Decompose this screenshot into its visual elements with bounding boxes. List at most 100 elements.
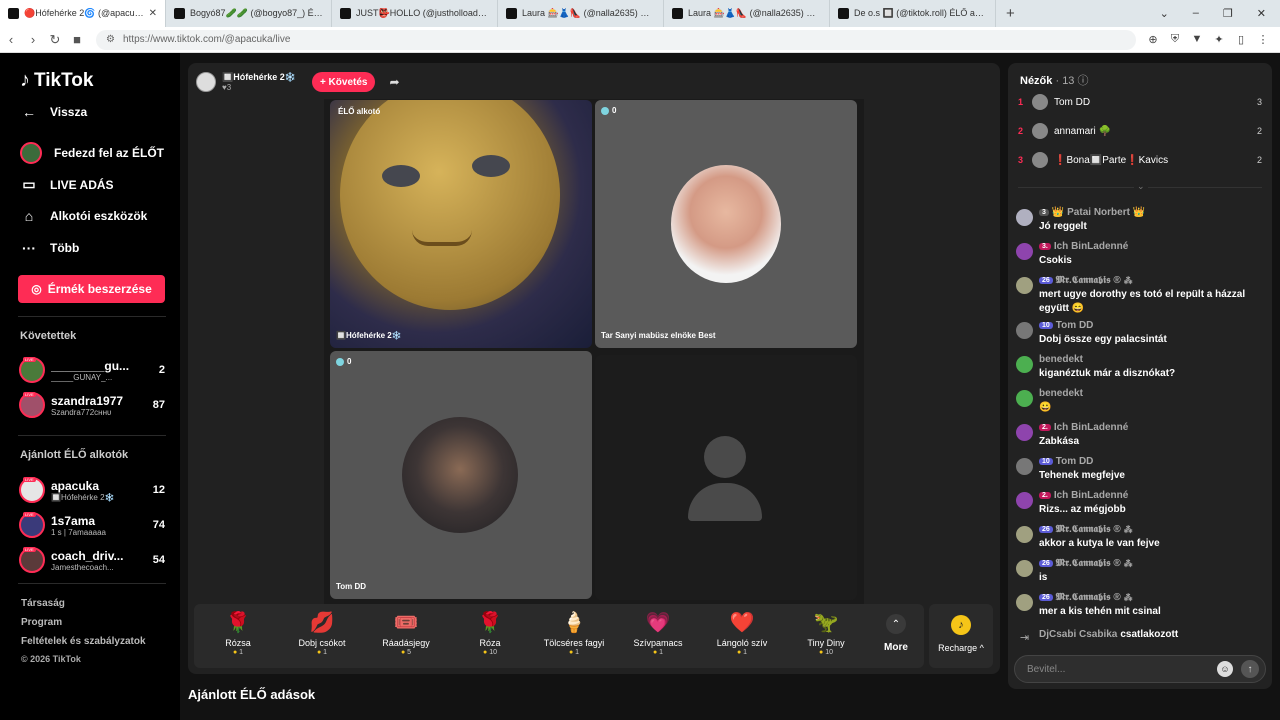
top-viewer-row[interactable]: 2 annamari 🌳 2 xyxy=(1018,121,1262,141)
chat-user-name[interactable]: 𝕸𝖗.𝕮𝖆𝖓𝖓𝖆𝖇𝖎𝖘 ® ⁂ xyxy=(1056,558,1133,569)
follow-button[interactable]: + Követés xyxy=(311,72,376,92)
chat-user-line: 2. Ich BinLadenné xyxy=(1039,490,1266,501)
chat-avatar[interactable] xyxy=(1016,243,1033,260)
chevron-down-icon[interactable]: ⌄ xyxy=(1160,7,1169,20)
chat-user-name[interactable]: benedekt xyxy=(1039,354,1083,365)
send-icon[interactable]: ↑ xyxy=(1241,660,1259,678)
chat-avatar[interactable] xyxy=(1016,356,1033,373)
info-icon[interactable]: ⓘ xyxy=(1078,75,1089,87)
browser-tab[interactable]: 🔴Hófehérke 2🌀 (@apacuka... ✕ xyxy=(0,0,166,27)
sidebar-icon[interactable]: ▯ xyxy=(1234,33,1248,46)
chat-user-name[interactable]: 𝕸𝖗.𝕮𝖆𝖓𝖓𝖆𝖇𝖎𝖘 ® ⁂ xyxy=(1056,524,1133,535)
empty-guest-slot[interactable] xyxy=(595,355,857,600)
chat-avatar[interactable] xyxy=(1016,209,1033,226)
gift-price: ● 1 xyxy=(282,649,362,656)
recommended-creator-item[interactable]: LIVE 1s7ama 1 s | 7amaaaaa 74 xyxy=(19,510,165,540)
top-viewer-row[interactable]: 1 Tom DD 3 xyxy=(1018,92,1262,112)
zoom-icon[interactable]: ⊕ xyxy=(1146,33,1160,46)
footer-link-program[interactable]: Program xyxy=(21,617,62,628)
gift-item[interactable]: 💋 Dobj csókot ● 1 xyxy=(282,610,362,656)
chat-avatar[interactable] xyxy=(1016,277,1033,294)
join-user-name[interactable]: DjCsabi Csabika xyxy=(1039,629,1117,640)
bookmark-icon[interactable]: ■ xyxy=(66,32,88,47)
menu-icon[interactable]: ⋮ xyxy=(1256,33,1270,46)
top-viewer-row[interactable]: 3 ❗Bona🔲Parte❗Kavics 2 xyxy=(1018,150,1262,170)
browser-tab[interactable]: Laura 🎰👗👠 (@nalla2635) ÉLŐ adá... xyxy=(664,0,830,27)
nav-more[interactable]: ··· Több xyxy=(20,240,79,256)
chat-avatar[interactable] xyxy=(1016,458,1033,475)
chat-user-name[interactable]: 𝕸𝖗.𝕮𝖆𝖓𝖓𝖆𝖇𝖎𝖘 ® ⁂ xyxy=(1056,275,1133,286)
recommended-creator-item[interactable]: LIVE coach_driv... Jamesthecoach... 54 xyxy=(19,545,165,575)
chat-avatar[interactable] xyxy=(1016,390,1033,407)
close-tab-icon[interactable]: ✕ xyxy=(149,8,157,19)
gift-item[interactable]: ❤️ Lángoló szív ● 1 xyxy=(702,610,782,656)
chat-message-text: Rizs... az mégjobb xyxy=(1039,504,1126,515)
following-item[interactable]: LIVE ________gu... _____GUNAY_... 2 xyxy=(19,355,165,385)
recharge-button[interactable]: ♪ Recharge ^ xyxy=(929,604,993,668)
recommended-creator-item[interactable]: LIVE apacuka 🔲Hófehérke 2❄️ 12 xyxy=(19,475,165,505)
video-tile-guest[interactable]: 0 Tom DD xyxy=(330,351,592,599)
chat-user-name[interactable]: benedekt xyxy=(1039,388,1083,399)
nav-creator-tools[interactable]: ⌂ Alkotói eszközök xyxy=(20,208,148,224)
nav-live-broadcast[interactable]: ▭ LIVE ADÁS xyxy=(20,176,113,193)
video-tile-guest[interactable]: 0 Tar Sanyi mabüsz elnöke Best xyxy=(595,100,857,348)
browser-tab[interactable]: JUST👺HOLLO (@justholloadam) É... xyxy=(332,0,498,27)
following-item[interactable]: LIVE szandra1977 Szandra772ᴄʜʜᴜ 87 xyxy=(19,390,165,420)
chat-user-name[interactable]: Ich BinLadenné xyxy=(1054,422,1128,433)
video-tile-host[interactable]: ÉLŐ alkotó 🔲Hófehérke 2❄️ xyxy=(330,100,592,348)
gift-item[interactable]: 🎟️ Ráadásjegy ● 5 xyxy=(366,610,446,656)
chat-input[interactable]: Bevitel... ☺ ↑ xyxy=(1014,655,1266,683)
new-tab-button[interactable]: + xyxy=(996,5,1025,22)
host-name[interactable]: 🔲Hófehérke 2❄️ xyxy=(222,72,296,83)
extension-icon[interactable]: ▼ xyxy=(1190,33,1204,46)
chat-user-name[interactable]: Tom DD xyxy=(1056,320,1094,331)
chat-user-name[interactable]: 👑 Patai Norbert 👑 xyxy=(1052,207,1145,218)
chat-avatar[interactable] xyxy=(1016,526,1033,543)
share-icon[interactable]: ➦ xyxy=(389,75,399,89)
forward-arrow-icon[interactable]: › xyxy=(22,32,44,47)
emoji-icon[interactable]: ☺ xyxy=(1217,661,1233,677)
maximize-button[interactable]: ❐ xyxy=(1223,7,1233,20)
gift-item[interactable]: 🦖 Tiny Diny ● 10 xyxy=(786,610,866,656)
chat-avatar[interactable] xyxy=(1016,492,1033,509)
chat-avatar[interactable] xyxy=(1016,424,1033,441)
gift-price-value: 1 xyxy=(743,649,748,656)
url-field[interactable]: ⚙ https://www.tiktok.com/@apacuka/live xyxy=(96,29,1136,50)
viewer-name: Tom DD xyxy=(1054,96,1091,108)
back-arrow-icon[interactable]: ‹ xyxy=(0,32,22,47)
chat-user-name[interactable]: Ich BinLadenné xyxy=(1054,241,1128,252)
browser-tab[interactable]: De o.s 🔲 (@tiktok.roll) ÉLŐ adá... xyxy=(830,0,996,27)
back-button[interactable]: ← Vissza xyxy=(20,104,87,120)
expand-chevron-icon[interactable]: ⌄ xyxy=(1134,181,1148,192)
chat-avatar[interactable] xyxy=(1016,594,1033,611)
level-badge: 10 xyxy=(1039,458,1053,465)
browser-tab[interactable]: Laura 🎰👗👠 (@nalla2635) ÉLŐ adá... xyxy=(498,0,664,27)
chat-user-name[interactable]: 𝕸𝖗.𝕮𝖆𝖓𝖓𝖆𝖇𝖎𝖘 ® ⁂ xyxy=(1056,592,1133,603)
gift-item[interactable]: 🌹 Rózsa ● 1 xyxy=(198,610,278,656)
chat-avatar[interactable] xyxy=(1016,322,1033,339)
close-window-button[interactable]: ✕ xyxy=(1257,7,1266,20)
gift-name: Róza xyxy=(479,638,501,648)
tiktok-logo[interactable]: ♪ TikTok xyxy=(20,69,93,92)
gift-item[interactable]: 🌹 Róza ● 10 xyxy=(450,610,530,656)
chat-avatar[interactable] xyxy=(1016,560,1033,577)
shield-icon[interactable]: ⛨ xyxy=(1168,33,1182,46)
gift-item[interactable]: 💗 Szívpamacs ● 1 xyxy=(618,610,698,656)
chat-message-text: Jó reggelt xyxy=(1039,221,1087,232)
footer-link-company[interactable]: Társaság xyxy=(21,598,65,609)
chat-user-name[interactable]: Tom DD xyxy=(1056,456,1094,467)
get-coins-button[interactable]: ◎ Érmék beszerzése xyxy=(18,275,165,303)
site-settings-icon[interactable]: ⚙ xyxy=(106,34,115,45)
viewers-title[interactable]: Nézők · 13 ⓘ xyxy=(1020,72,1089,88)
puzzle-icon[interactable]: ✦ xyxy=(1212,33,1226,46)
chat-user-name[interactable]: Ich BinLadenné xyxy=(1054,490,1128,501)
host-avatar[interactable] xyxy=(196,72,216,92)
reload-icon[interactable]: ↻ xyxy=(44,32,66,48)
gift-item[interactable]: 🍦 Tölcséres fagyi ● 1 xyxy=(534,610,614,656)
chat-message-body: 10 Tom DD Tehenek megfejve xyxy=(1039,456,1266,483)
footer-link-terms[interactable]: Feltételek és szabályzatok xyxy=(21,636,146,647)
nav-explore-live[interactable]: Fedezd fel az ÉLŐT xyxy=(20,142,164,164)
minimize-button[interactable]: – xyxy=(1193,7,1199,20)
browser-tab[interactable]: Bogyó87🥒🥒 (@bogyo87_) ÉLŐ a... xyxy=(166,0,332,27)
more-gifts-button[interactable]: ⌃ More xyxy=(874,614,918,653)
